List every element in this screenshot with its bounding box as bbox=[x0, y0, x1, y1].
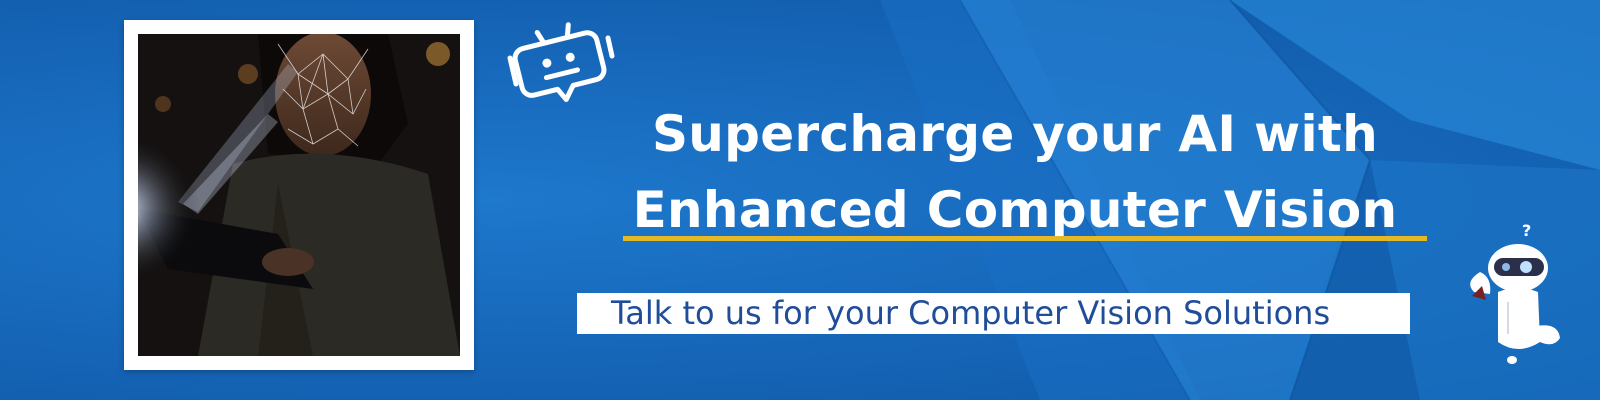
headline-line-1: Supercharge your AI with bbox=[651, 105, 1379, 163]
promo-banner: Supercharge your AI with Enhanced Comput… bbox=[0, 0, 1600, 400]
robot-mascot-icon: ? bbox=[1470, 222, 1560, 364]
face-scan-photo bbox=[138, 34, 460, 356]
headline: Supercharge your AI with Enhanced Comput… bbox=[600, 96, 1430, 248]
svg-text:?: ? bbox=[1522, 222, 1531, 240]
headline-underline bbox=[623, 236, 1427, 241]
photo-frame bbox=[124, 20, 474, 370]
cta-button[interactable]: Talk to us for your Computer Vision Solu… bbox=[577, 293, 1410, 334]
